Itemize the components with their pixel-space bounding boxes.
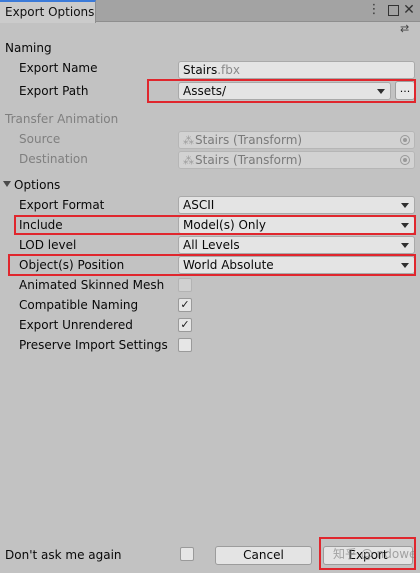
include-dropdown[interactable]: Model(s) Only — [178, 216, 415, 234]
animated-skinned-mesh-checkbox — [178, 278, 192, 292]
compatible-naming-checkbox[interactable]: ✓ — [178, 298, 192, 312]
preserve-import-settings-checkbox[interactable] — [178, 338, 192, 352]
chevron-down-icon — [401, 263, 409, 268]
export-path-label: Export Path — [19, 84, 89, 98]
export-format-dropdown[interactable]: ASCII — [178, 196, 415, 214]
object-picker-icon — [400, 155, 410, 165]
include-value: Model(s) Only — [183, 218, 266, 232]
export-unrendered-label: Export Unrendered — [19, 318, 133, 332]
chevron-down-icon — [401, 223, 409, 228]
cancel-button[interactable]: Cancel — [215, 546, 312, 565]
export-path-value: Assets/ — [183, 84, 227, 98]
export-unrendered-checkbox[interactable]: ✓ — [178, 318, 192, 332]
destination-field: ⁂Stairs (Transform) — [178, 151, 415, 169]
export-path-dropdown[interactable]: Assets/ — [178, 82, 391, 100]
object-picker-icon — [400, 135, 410, 145]
chevron-down-icon — [377, 89, 385, 94]
chevron-down-icon — [401, 203, 409, 208]
dont-ask-again-label: Don't ask me again — [5, 548, 122, 562]
export-name-value: Stairs — [183, 63, 218, 77]
close-icon[interactable]: ✕ — [402, 2, 416, 18]
object-position-dropdown[interactable]: World Absolute — [178, 256, 415, 274]
export-name-extension: .fbx — [217, 63, 240, 77]
source-field: ⁂Stairs (Transform) — [178, 131, 415, 149]
export-format-value: ASCII — [183, 198, 215, 212]
compatible-naming-label: Compatible Naming — [19, 298, 139, 312]
checkmark-icon: ✓ — [180, 298, 190, 311]
maximize-icon[interactable] — [386, 2, 400, 18]
preserve-import-settings-label: Preserve Import Settings — [19, 338, 168, 352]
window-tab[interactable]: Export Options — [0, 0, 96, 23]
browse-path-button[interactable]: ... — [395, 81, 415, 100]
source-label: Source — [19, 132, 61, 146]
transform-icon: ⁂ — [183, 154, 194, 167]
lod-level-value: All Levels — [183, 238, 240, 252]
destination-value: Stairs (Transform) — [195, 153, 303, 167]
kebab-menu-icon[interactable]: ⋮ — [367, 2, 381, 18]
destination-label: Destination — [19, 152, 88, 166]
chevron-down-icon — [401, 243, 409, 248]
watermark: 知乎 @ ndowe — [333, 547, 417, 561]
dont-ask-again-checkbox[interactable] — [180, 547, 194, 561]
object-position-value: World Absolute — [183, 258, 274, 272]
lod-level-dropdown[interactable]: All Levels — [178, 236, 415, 254]
transform-icon: ⁂ — [183, 134, 194, 147]
export-name-label: Export Name — [19, 61, 98, 75]
settings-sliders-icon[interactable]: ⇄ — [400, 23, 414, 35]
include-label: Include — [19, 218, 63, 232]
export-format-label: Export Format — [19, 198, 105, 212]
foldout-arrow-icon[interactable] — [3, 181, 11, 187]
animated-skinned-mesh-label: Animated Skinned Mesh — [19, 278, 165, 292]
export-name-field[interactable]: Stairs.fbx — [178, 61, 415, 79]
options-header[interactable]: Options — [14, 178, 60, 193]
transfer-animation-header: Transfer Animation — [5, 112, 119, 126]
lod-level-label: LOD level — [19, 238, 77, 252]
naming-header: Naming — [5, 41, 52, 55]
checkmark-icon: ✓ — [180, 318, 190, 331]
title-bar: Export Options ⋮ ✕ — [0, 0, 420, 23]
object-position-label: Object(s) Position — [19, 258, 125, 272]
window-title: Export Options — [5, 5, 95, 19]
source-value: Stairs (Transform) — [195, 133, 303, 147]
